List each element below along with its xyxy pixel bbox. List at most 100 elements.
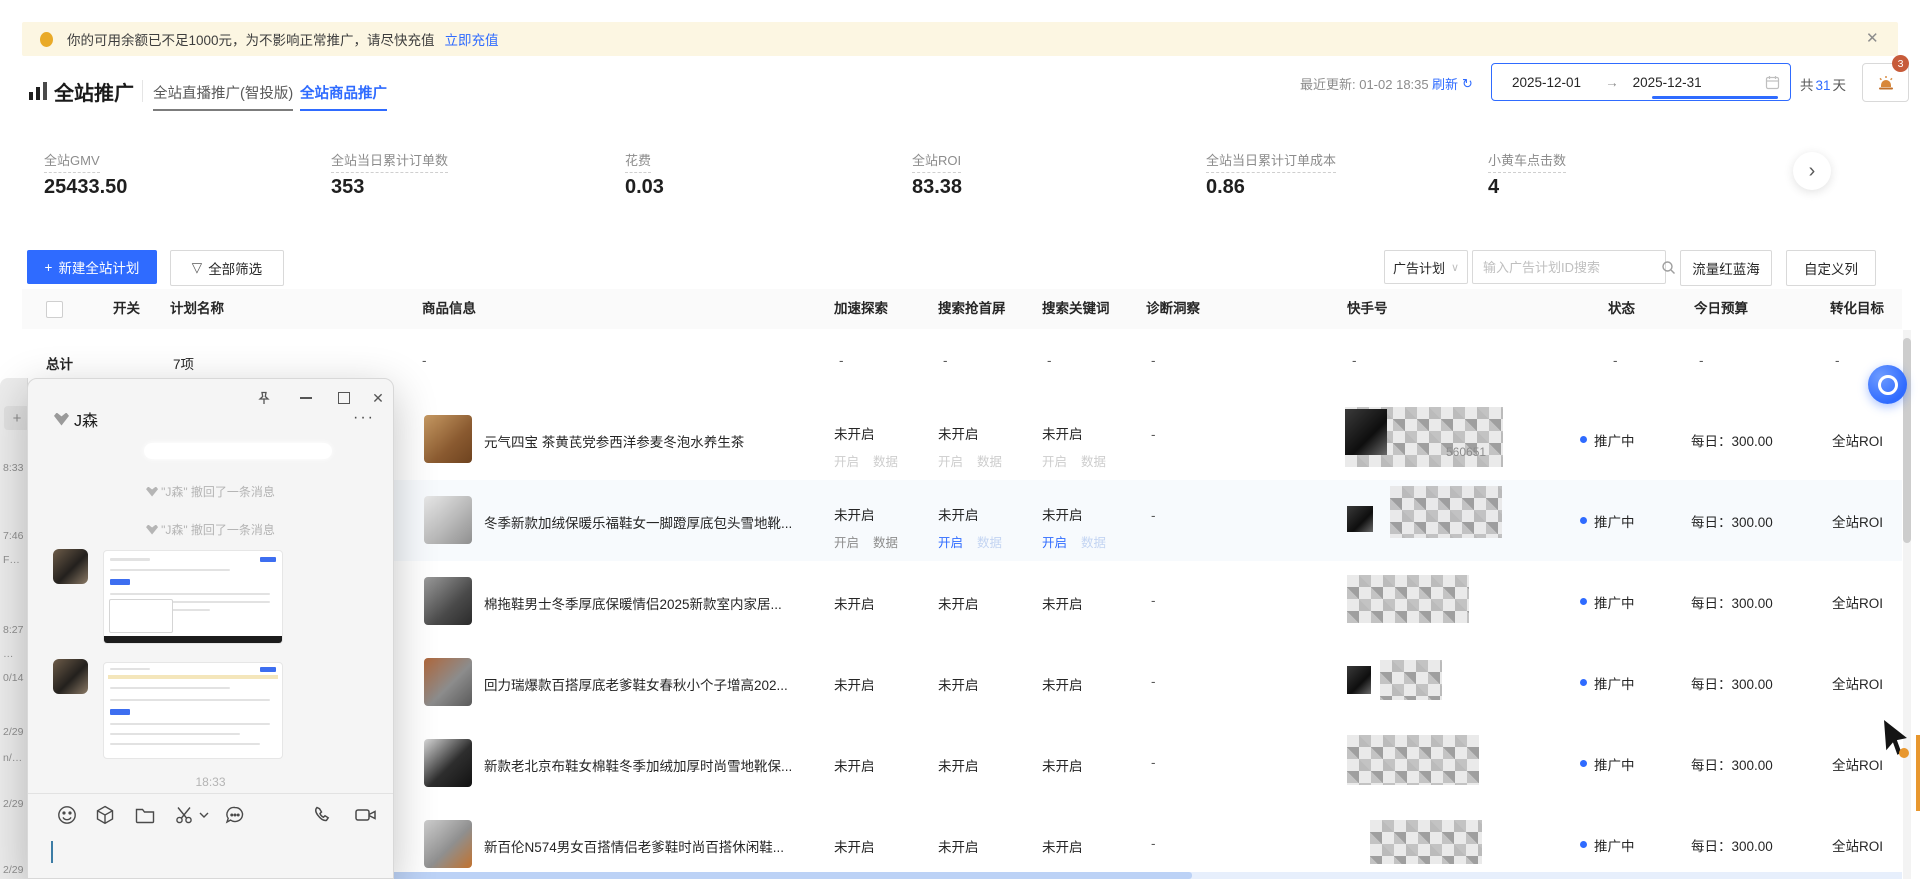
vertical-scrollbar-thumb[interactable] xyxy=(1903,338,1911,543)
voice-call-icon[interactable] xyxy=(312,804,334,826)
message-input[interactable] xyxy=(40,829,383,875)
plan-search-input[interactable] xyxy=(1481,259,1661,276)
search-icon[interactable] xyxy=(1661,260,1676,275)
product-image[interactable] xyxy=(424,496,472,544)
product-title[interactable]: 新款老北京布鞋女棉鞋冬季加绒加厚时尚雪地靴保... xyxy=(484,755,792,775)
red-blue-sea-button[interactable]: 流量红蓝海 xyxy=(1680,250,1772,286)
sender-avatar[interactable] xyxy=(53,659,88,694)
open-link[interactable]: 开启 xyxy=(938,455,963,469)
maximize-icon[interactable] xyxy=(333,387,355,409)
chat-list-preview[interactable]: … xyxy=(3,648,14,660)
data-link[interactable]: 数据 xyxy=(1081,536,1106,550)
chevron-down-icon: ∨ xyxy=(1451,261,1459,274)
product-title[interactable]: 回力瑞爆款百搭厚底老爹鞋女春秋小个子增高202... xyxy=(484,674,788,694)
plan-type-select[interactable]: 广告计划 ∨ xyxy=(1384,250,1468,284)
refresh-button[interactable]: 刷新 ↻ xyxy=(1432,74,1473,93)
open-link[interactable]: 开启 xyxy=(834,455,859,469)
date-end-active-underline xyxy=(1652,96,1778,99)
explore-actions: 开启数据 xyxy=(834,451,912,470)
data-link[interactable]: 数据 xyxy=(873,536,898,550)
daily-budget: 每日：300.00 xyxy=(1691,835,1773,855)
product-image[interactable] xyxy=(424,739,472,787)
chat-history-icon[interactable] xyxy=(224,804,246,826)
status-dot xyxy=(1580,517,1587,524)
chat-list-time[interactable]: 8:33 xyxy=(3,462,23,474)
chat-list-time[interactable]: 7:46 xyxy=(3,530,23,542)
floating-assistant-button[interactable] xyxy=(1868,365,1907,404)
banner-close-icon[interactable]: ✕ xyxy=(1866,29,1879,47)
chat-list-time[interactable]: 0/14 xyxy=(3,672,23,684)
keyword-actions: 开启数据 xyxy=(1042,451,1120,470)
chat-contact-name: J森 xyxy=(74,407,98,431)
keyword-state: 未开启 xyxy=(1042,674,1083,694)
data-link[interactable]: 数据 xyxy=(1081,455,1106,469)
custom-columns-button[interactable]: 自定义列 xyxy=(1786,250,1876,286)
horizontal-scrollbar-thumb[interactable] xyxy=(332,872,1192,879)
product-title[interactable]: 元气四宝 茶黄芪党参西洋参麦冬泡水养生茶 xyxy=(484,431,744,451)
open-link[interactable]: 开启 xyxy=(938,536,963,550)
date-end[interactable]: 2025-12-31 xyxy=(1633,75,1702,90)
stat-value-cart-clicks: 4 xyxy=(1488,176,1499,199)
diagnosis-dash: - xyxy=(1151,593,1156,608)
recharge-link[interactable]: 立即充值 xyxy=(445,29,499,49)
folder-icon[interactable] xyxy=(134,804,156,826)
data-link[interactable]: 数据 xyxy=(977,536,1002,550)
censored-avatar xyxy=(1347,506,1373,532)
product-image[interactable] xyxy=(424,658,472,706)
chat-list-time[interactable]: 8:27 xyxy=(3,624,23,636)
product-image[interactable] xyxy=(424,577,472,625)
red-blue-sea-label: 流量红蓝海 xyxy=(1692,258,1760,278)
pin-icon[interactable] xyxy=(253,387,275,409)
stats-next-button[interactable]: › xyxy=(1793,152,1831,190)
add-chat-icon[interactable]: + xyxy=(4,406,28,430)
product-title[interactable]: 棉拖鞋男士冬季厚底保暖情侣2025新款室内家居... xyxy=(484,593,782,613)
new-plan-button[interactable]: + 新建全站计划 xyxy=(27,250,157,284)
open-link[interactable]: 开启 xyxy=(834,536,859,550)
chat-more-icon[interactable]: ··· xyxy=(353,409,375,427)
date-start[interactable]: 2025-12-01 xyxy=(1512,75,1581,90)
emoji-icon[interactable] xyxy=(56,804,78,826)
sender-avatar[interactable] xyxy=(53,549,88,584)
plan-search-box[interactable] xyxy=(1472,250,1666,284)
video-call-icon[interactable] xyxy=(354,804,376,826)
status-text: 推广中 xyxy=(1594,511,1635,531)
open-link[interactable]: 开启 xyxy=(1042,536,1067,550)
chat-contact-title: J森 xyxy=(54,407,98,431)
product-title[interactable]: 冬季新款加绒保暖乐福鞋女一脚蹬厚底包头雪地靴... xyxy=(484,512,792,532)
col-kuaishou-account: 快手号 xyxy=(1347,289,1388,329)
account-id: 560651 xyxy=(1446,445,1486,459)
chat-list-preview[interactable]: n/… xyxy=(3,752,22,764)
custom-columns-label: 自定义列 xyxy=(1804,258,1858,278)
file-transfer-cube-icon[interactable] xyxy=(94,804,116,826)
filter-button[interactable]: ▽ 全部筛选 xyxy=(170,250,284,286)
tab-live-promotion[interactable]: 全站直播推广(智投版) xyxy=(153,82,293,111)
close-icon[interactable]: ✕ xyxy=(367,387,389,409)
data-link[interactable]: 数据 xyxy=(873,455,898,469)
product-image[interactable] xyxy=(424,415,472,463)
keyword-state: 未开启 xyxy=(1042,593,1083,613)
wolf-emoji-icon xyxy=(54,413,69,426)
chat-list-time[interactable]: 2/29 xyxy=(3,864,23,876)
open-link[interactable]: 开启 xyxy=(1042,455,1067,469)
explore-state: 未开启 xyxy=(834,836,875,856)
promotion-chart-icon xyxy=(27,80,49,102)
screenshot-thumbnail[interactable] xyxy=(103,550,283,644)
scissors-dropdown-icon[interactable] xyxy=(198,804,210,826)
stat-value-gmv: 25433.50 xyxy=(44,176,127,199)
minimize-icon[interactable] xyxy=(295,387,317,409)
alarm-badge: 3 xyxy=(1892,55,1909,72)
select-all-checkbox[interactable] xyxy=(46,301,63,318)
chat-list-time[interactable]: 2/29 xyxy=(3,798,23,810)
screenshot-thumbnail[interactable] xyxy=(103,662,283,759)
chat-list-preview[interactable]: F… xyxy=(3,554,20,566)
status-text: 推广中 xyxy=(1594,430,1635,450)
status-text: 推广中 xyxy=(1594,592,1635,612)
product-title[interactable]: 新百伦N574男女百搭情侣老爹鞋时尚百搭休闲鞋... xyxy=(484,836,784,856)
data-link[interactable]: 数据 xyxy=(977,455,1002,469)
tab-product-promotion[interactable]: 全站商品推广 xyxy=(300,82,387,111)
screenshot-scissors-icon[interactable] xyxy=(174,804,196,826)
status-dot xyxy=(1580,841,1587,848)
chat-list-time[interactable]: 2/29 xyxy=(3,726,23,738)
diagnosis-dash: - xyxy=(1151,508,1156,523)
product-image[interactable] xyxy=(424,820,472,868)
